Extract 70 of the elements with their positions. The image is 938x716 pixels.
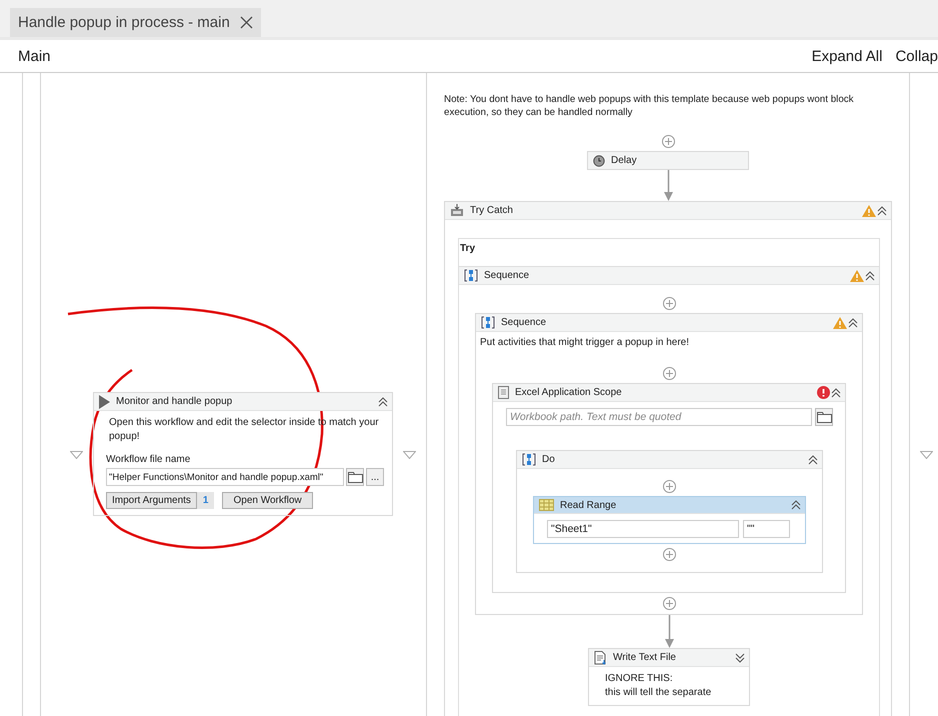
- activity-header[interactable]: Sequence: [459, 267, 879, 285]
- activity-header[interactable]: Try Catch: [445, 202, 891, 220]
- play-icon: [99, 394, 110, 408]
- activity-title: Try Catch: [470, 205, 513, 216]
- file-name-field[interactable]: "Helper Functions\Monitor and handle popup.xaml": [106, 468, 344, 486]
- toolbar-link[interactable]: Expand All: [812, 48, 882, 64]
- grid-icon: [539, 499, 554, 511]
- document-tab[interactable]: Handle popup in process - main: [10, 8, 261, 37]
- activity-header[interactable]: Monitor and handle popup: [94, 393, 392, 411]
- drop-triangle-icon: [70, 451, 83, 459]
- tab-title: Handle popup in process - main: [18, 14, 230, 31]
- try-catch-icon: [450, 204, 464, 217]
- connector-arrow: [664, 170, 672, 201]
- folder-icon: [348, 472, 362, 482]
- sheet-name-field[interactable]: "Sheet1": [547, 520, 739, 538]
- annotation-text: this will tell the separate: [605, 686, 712, 700]
- add-icon[interactable]: [662, 297, 676, 310]
- add-icon[interactable]: [662, 367, 676, 380]
- drop-triangle-icon: [920, 451, 933, 459]
- connector-arrow: [664, 615, 674, 648]
- activity-header[interactable]: Delay: [588, 152, 748, 169]
- add-icon[interactable]: [662, 597, 676, 610]
- activity-title: Delay: [611, 155, 637, 166]
- collapse-chevron-icon[interactable]: [808, 454, 818, 464]
- activity-title: Monitor and handle popup: [116, 396, 232, 407]
- expand-chevron-icon[interactable]: [735, 652, 745, 662]
- activity-title: Sequence: [484, 270, 530, 281]
- add-icon[interactable]: [663, 480, 676, 493]
- collapse-chevron-icon[interactable]: [378, 396, 388, 406]
- collapse-chevron-icon[interactable]: [877, 206, 887, 216]
- activity-title: Do: [542, 454, 555, 465]
- sequence-icon: [464, 269, 478, 282]
- field-label: Workflow file name: [106, 454, 192, 465]
- breadcrumb-label: Main: [18, 48, 51, 64]
- annotation-text: IGNORE THIS:: [605, 672, 674, 686]
- activity-header[interactable]: Read Range: [534, 497, 805, 514]
- add-icon[interactable]: [662, 135, 674, 148]
- collapse-chevron-icon[interactable]: [848, 318, 858, 328]
- file-write-icon: [594, 650, 607, 664]
- more-button[interactable]: ...: [366, 468, 384, 486]
- open-workflow-button[interactable]: Open Workflow: [222, 492, 313, 509]
- collapse-chevron-icon[interactable]: [791, 500, 801, 510]
- argument-count: 1: [196, 492, 214, 509]
- activity-header[interactable]: Do: [517, 451, 822, 469]
- browse-button[interactable]: [815, 408, 833, 426]
- activity-title: Excel Application Scope: [515, 387, 622, 398]
- activity-header[interactable]: Write Text File: [589, 649, 749, 667]
- sequence-icon: [481, 316, 495, 329]
- browse-button[interactable]: [346, 468, 364, 486]
- clock-icon: [593, 154, 605, 166]
- activity-title: Sequence: [501, 317, 546, 328]
- toolbar-link[interactable]: Collap: [895, 48, 938, 64]
- annotation-text: Put activities that might trigger a popup in here!: [479, 336, 690, 348]
- import-arguments-button[interactable]: Import Arguments: [106, 492, 197, 509]
- collapse-chevron-icon[interactable]: [865, 270, 875, 280]
- activity-title: Write Text File: [613, 652, 676, 663]
- activity-header[interactable]: Excel Application Scope: [493, 384, 845, 402]
- folder-icon: [816, 412, 832, 422]
- range-field[interactable]: "": [743, 520, 790, 538]
- activity-header[interactable]: Sequence: [476, 314, 862, 332]
- sequence-icon: [522, 453, 536, 466]
- section-label: Try: [459, 242, 476, 256]
- close-icon[interactable]: [240, 16, 253, 29]
- workbook-path-field[interactable]: Workbook path. Text must be quoted: [506, 408, 812, 426]
- add-icon[interactable]: [663, 548, 676, 561]
- collapse-chevron-icon[interactable]: [831, 388, 841, 398]
- activity-title: Read Range: [560, 500, 616, 510]
- document-icon: [498, 386, 509, 399]
- drop-triangle-icon: [403, 451, 416, 459]
- annotation-text: Note: You dont have to handle web popups with this template because web popups wont block execution, so they can be handled normally: [443, 93, 855, 119]
